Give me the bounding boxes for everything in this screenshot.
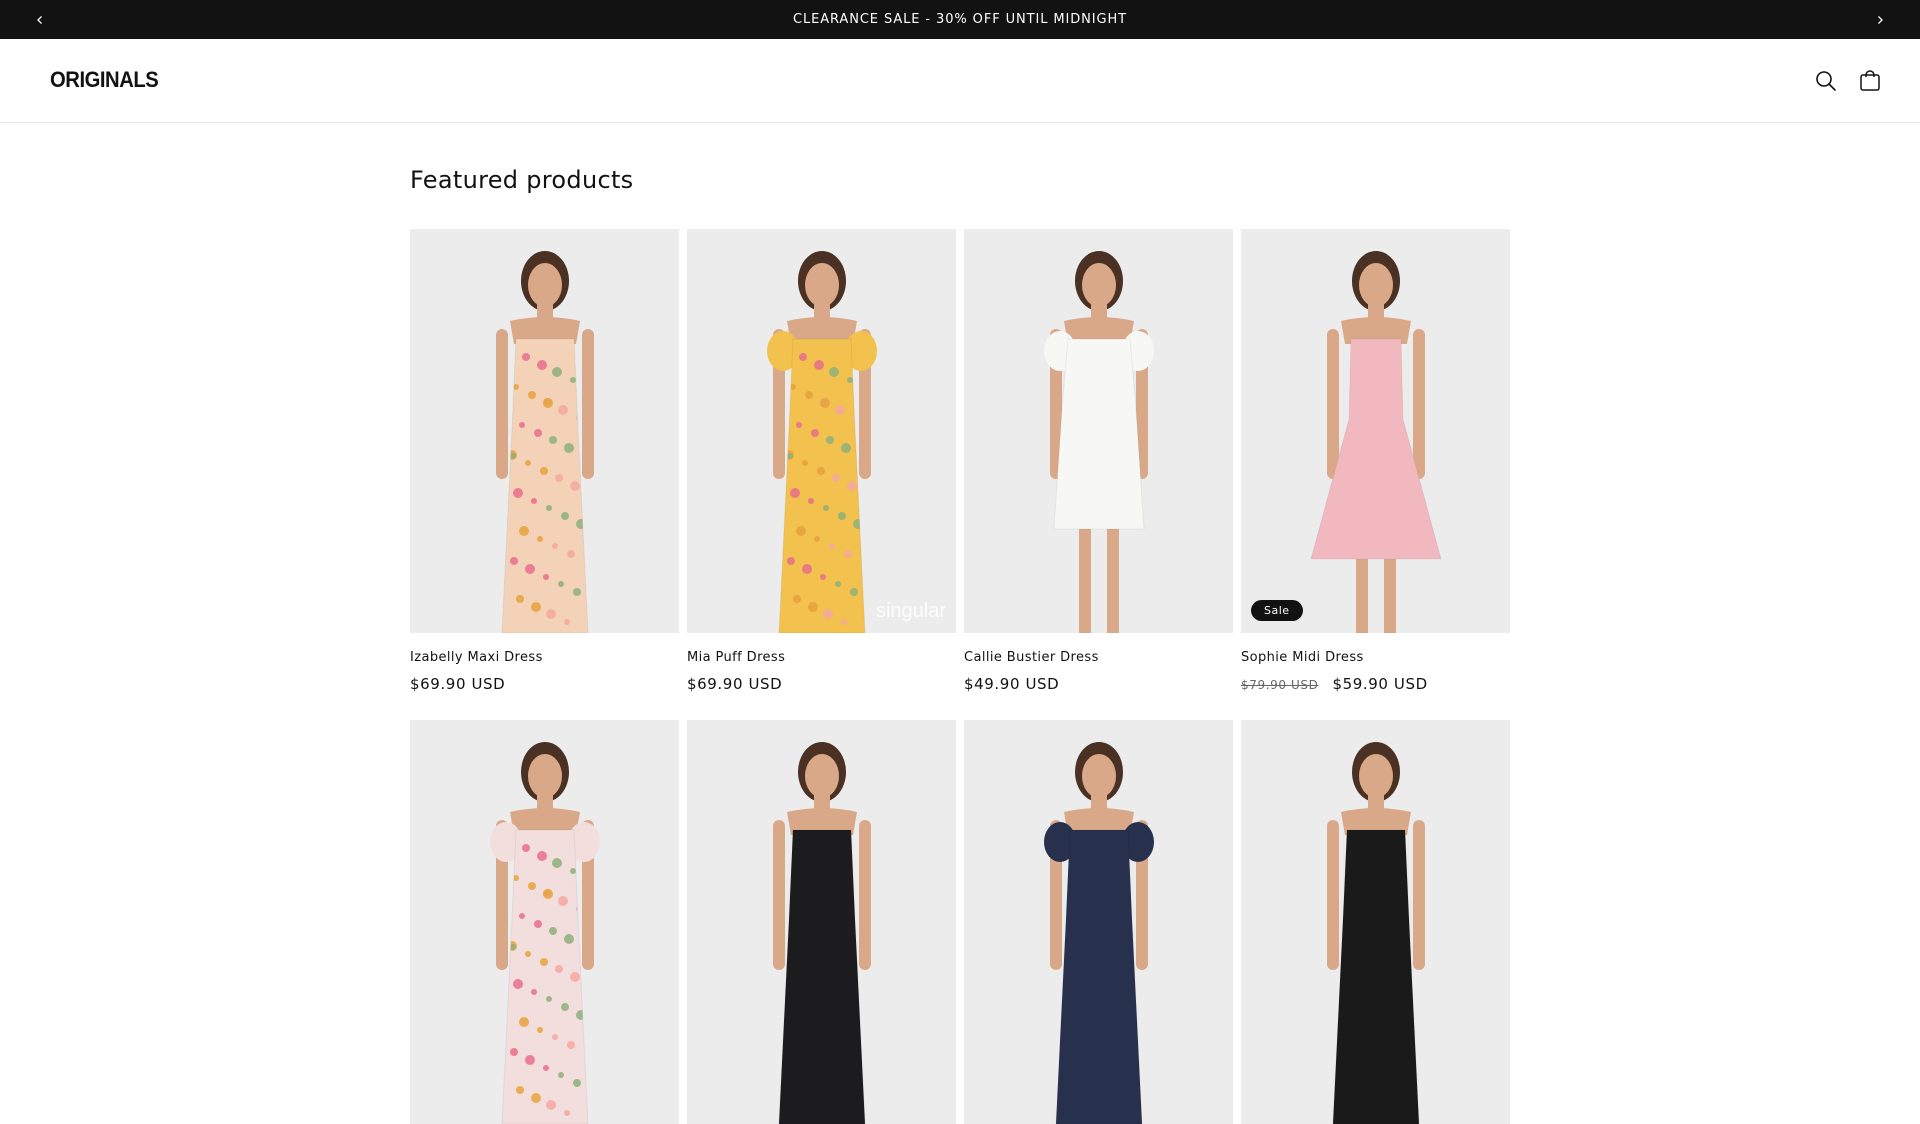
- product-image[interactable]: Sale: [1241, 229, 1510, 633]
- dress-illustration: [1241, 229, 1510, 633]
- announcement-next-button[interactable]: [1860, 0, 1900, 39]
- cart-button[interactable]: [1854, 65, 1886, 97]
- product-title[interactable]: Izabelly Maxi Dress: [410, 649, 679, 667]
- product-image[interactable]: [964, 720, 1233, 1124]
- site-logo[interactable]: ORIGINALS: [50, 67, 159, 93]
- product-image[interactable]: [964, 229, 1233, 633]
- price-row: $49.90 USD: [964, 675, 1233, 693]
- chevron-left-icon: [37, 15, 42, 24]
- product-card[interactable]: Sale Sophie Midi Dress $79.90 USD $59.90 US…: [1241, 229, 1510, 693]
- cart-icon: [1860, 70, 1880, 91]
- product-price: $69.90 USD: [410, 675, 506, 693]
- sale-badge: Sale: [1251, 600, 1303, 621]
- product-card[interactable]: singular Mia Puff Dress $69.90 USD: [687, 229, 956, 693]
- section-title: Featured products: [410, 166, 634, 194]
- product-card[interactable]: [687, 720, 956, 1124]
- product-card[interactable]: [964, 720, 1233, 1124]
- product-grid: Izabelly Maxi Dress $69.90 USD singular Mi…: [410, 229, 1510, 1124]
- search-icon: [1816, 71, 1836, 91]
- product-price: $69.90 USD: [687, 675, 783, 693]
- product-card[interactable]: [1241, 720, 1510, 1124]
- product-image[interactable]: [410, 229, 679, 633]
- price-row: $79.90 USD $59.90 USD: [1241, 675, 1510, 693]
- product-card[interactable]: Izabelly Maxi Dress $69.90 USD: [410, 229, 679, 693]
- price-row: $69.90 USD: [687, 675, 956, 693]
- product-title[interactable]: Callie Bustier Dress: [964, 649, 1233, 667]
- site-header: ORIGINALS: [0, 39, 1920, 123]
- product-title[interactable]: Mia Puff Dress: [687, 649, 956, 667]
- chevron-right-icon: [1878, 15, 1883, 24]
- dress-illustration: [410, 229, 679, 633]
- sale-price: $59.90 USD: [1332, 675, 1428, 693]
- price-row: $69.90 USD: [410, 675, 679, 693]
- dress-illustration: [687, 229, 956, 633]
- product-price: $49.90 USD: [964, 675, 1060, 693]
- product-title[interactable]: Sophie Midi Dress: [1241, 649, 1510, 667]
- announcement-bar: CLEARANCE SALE - 30% OFF UNTIL MIDNIGHT: [0, 0, 1920, 39]
- dress-illustration: [687, 720, 956, 1124]
- image-watermark: singular: [875, 600, 946, 622]
- product-image[interactable]: [410, 720, 679, 1124]
- product-image[interactable]: [687, 720, 956, 1124]
- product-image[interactable]: [1241, 720, 1510, 1124]
- dress-illustration: [410, 720, 679, 1124]
- dress-illustration: [964, 720, 1233, 1124]
- dress-illustration: [1241, 720, 1510, 1124]
- product-card[interactable]: Callie Bustier Dress $49.90 USD: [964, 229, 1233, 693]
- product-image[interactable]: singular: [687, 229, 956, 633]
- announcement-prev-button[interactable]: [20, 0, 60, 39]
- dress-illustration: [964, 229, 1233, 633]
- announcement-text: CLEARANCE SALE - 30% OFF UNTIL MIDNIGHT: [792, 12, 1128, 27]
- product-card[interactable]: [410, 720, 679, 1124]
- search-button[interactable]: [1810, 65, 1842, 97]
- regular-price: $79.90 USD: [1241, 678, 1319, 692]
